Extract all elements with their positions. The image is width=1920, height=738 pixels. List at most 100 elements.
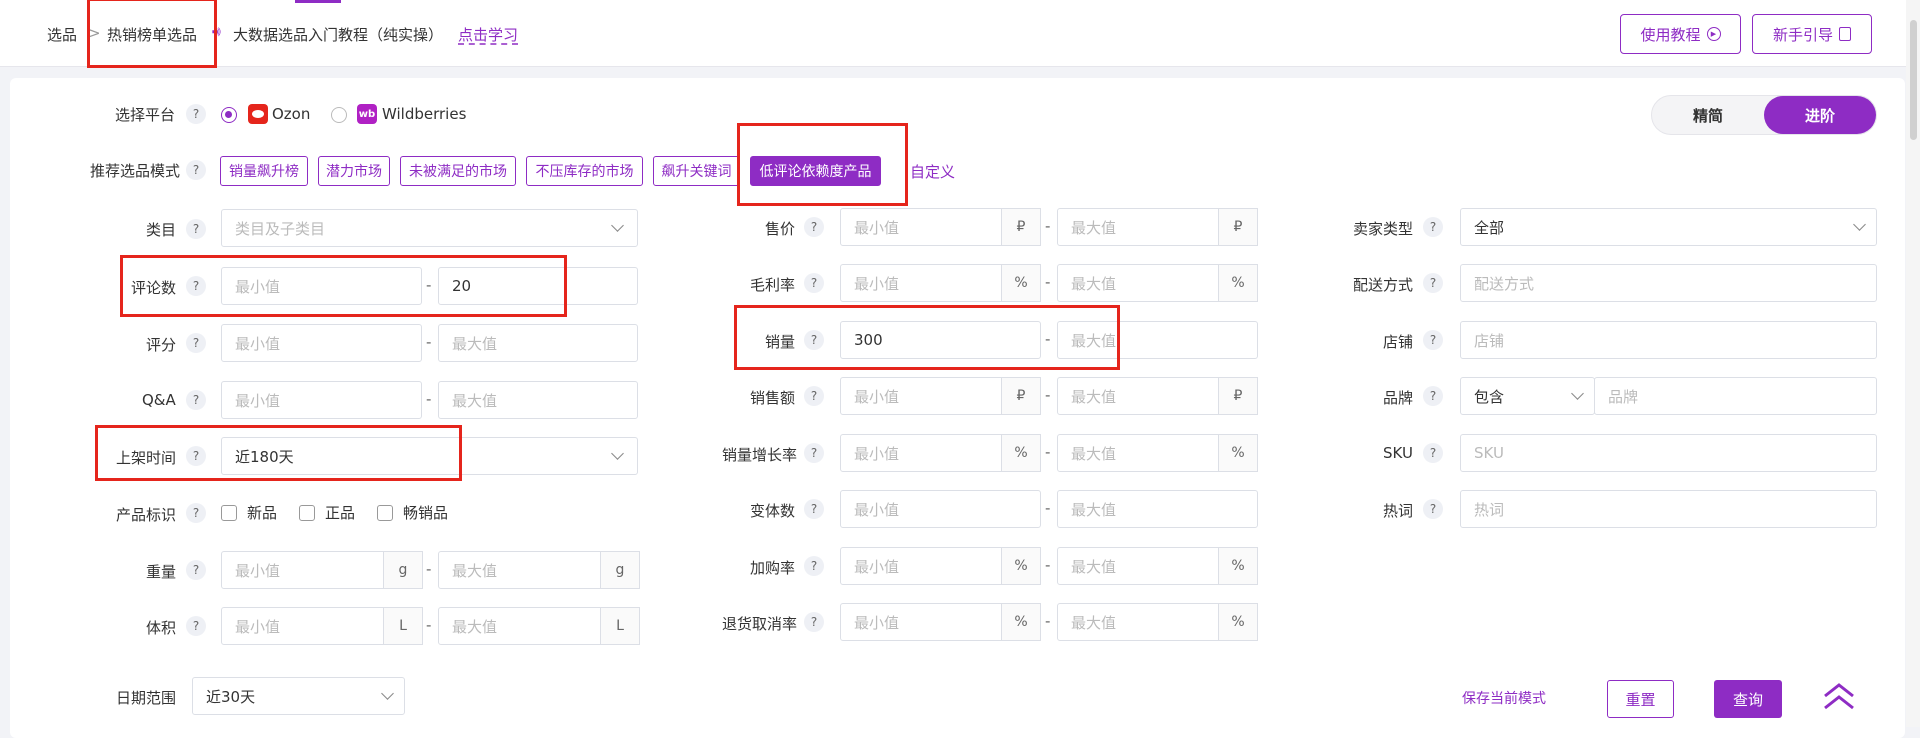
shipping-select[interactable]: 配送方式 <box>1460 264 1877 302</box>
toggle-advanced[interactable]: 进阶 <box>1764 96 1876 134</box>
help-icon[interactable]: ? <box>186 104 206 124</box>
growth-min-input[interactable]: 最小值 <box>840 434 1010 472</box>
help-icon[interactable]: ? <box>186 503 206 523</box>
breadcrumb-current: 热销榜单选品 <box>107 26 198 44</box>
help-icon[interactable]: ? <box>804 612 824 632</box>
unit-label: % <box>1218 603 1258 641</box>
revenue-max-input[interactable]: 最大值 <box>1057 377 1227 415</box>
shipping-label: 配送方式 <box>1353 276 1414 294</box>
mode-chip[interactable]: 销量飙升榜 <box>220 156 308 186</box>
sku-input[interactable]: SKU <box>1460 434 1877 472</box>
unit-label: % <box>1218 547 1258 585</box>
mode-chip[interactable]: 不压库存的市场 <box>526 156 643 186</box>
help-icon[interactable]: ? <box>1423 273 1443 293</box>
radio-wildberries[interactable] <box>331 107 347 123</box>
range-dash: - <box>426 333 432 351</box>
help-icon[interactable]: ? <box>186 560 206 580</box>
margin-min-input[interactable]: 最小值 <box>840 264 1010 302</box>
range-dash: - <box>426 276 432 294</box>
sales-max-input[interactable]: 最大值 <box>1057 321 1258 359</box>
toggle-simple[interactable]: 精简 <box>1652 96 1764 134</box>
help-icon[interactable]: ? <box>1423 386 1443 406</box>
weight-min-input[interactable]: 最小值 <box>221 551 389 589</box>
help-icon[interactable]: ? <box>186 219 206 239</box>
help-icon[interactable]: ? <box>1423 499 1443 519</box>
rating-min-input[interactable]: 最小值 <box>221 324 422 362</box>
return-rate-min-input[interactable]: 最小值 <box>840 603 1010 641</box>
volume-min-input[interactable]: 最小值 <box>221 607 389 645</box>
listing-time-select[interactable]: 近180天 <box>221 437 638 475</box>
help-icon[interactable]: ? <box>1423 217 1443 237</box>
top-bar: 选品 > 热销榜单选品 🔊︎ 大数据选品入门教程（纯实操） 点击学习 使用教程 … <box>0 0 1920 67</box>
seller-type-select[interactable]: 全部 <box>1460 208 1877 246</box>
rating-label: 评分 <box>146 336 177 354</box>
mode-chip[interactable]: 潜力市场 <box>318 156 390 186</box>
return-rate-max-input[interactable]: 最大值 <box>1057 603 1227 641</box>
custom-mode-link[interactable]: 自定义 <box>910 161 955 182</box>
variants-min-input[interactable]: 最小值 <box>840 490 1041 528</box>
qa-min-input[interactable]: 最小值 <box>221 381 422 419</box>
guide-button[interactable]: 新手引导 <box>1752 14 1872 54</box>
revenue-min-input[interactable]: 最小值 <box>840 377 1010 415</box>
mode-chip[interactable]: 未被满足的市场 <box>400 156 516 186</box>
brand-label: 品牌 <box>1383 389 1414 407</box>
scrollbar[interactable] <box>1906 0 1920 727</box>
margin-max-input[interactable]: 最大值 <box>1057 264 1227 302</box>
tab-indicator <box>295 0 341 3</box>
growth-max-input[interactable]: 最大值 <box>1057 434 1227 472</box>
help-icon[interactable]: ? <box>1423 330 1443 350</box>
rating-max-input[interactable]: 最大值 <box>438 324 638 362</box>
tag-checkbox-new[interactable] <box>221 505 237 521</box>
help-icon[interactable]: ? <box>804 499 824 519</box>
store-input[interactable]: 店铺 <box>1460 321 1877 359</box>
tutorial-button[interactable]: 使用教程 ▶ <box>1620 14 1741 54</box>
back-to-top-icon[interactable] <box>1822 682 1856 712</box>
mode-chip-active[interactable]: 低评论依赖度产品 <box>750 156 881 186</box>
price-min-input[interactable]: 最小值 <box>840 208 1010 246</box>
unit-label: g <box>383 551 423 589</box>
category-select[interactable]: 类目及子类目 <box>221 209 638 247</box>
help-icon[interactable]: ? <box>186 276 206 296</box>
sales-min-input[interactable]: 300 <box>840 321 1041 359</box>
help-icon[interactable]: ? <box>186 446 206 466</box>
breadcrumb-root[interactable]: 选品 <box>47 24 77 45</box>
unit-label: % <box>1001 547 1041 585</box>
help-icon[interactable]: ? <box>804 217 824 237</box>
help-icon[interactable]: ? <box>804 386 824 406</box>
growth-label: 销量增长率 <box>722 446 798 464</box>
margin-label: 毛利率 <box>750 276 796 294</box>
cart-rate-max-input[interactable]: 最大值 <box>1057 547 1227 585</box>
range-dash: - <box>1045 386 1051 404</box>
reset-button[interactable]: 重置 <box>1607 680 1674 718</box>
query-button[interactable]: 查询 <box>1714 680 1782 718</box>
hotword-input[interactable]: 热词 <box>1460 490 1877 528</box>
date-range-select[interactable]: 近30天 <box>192 677 405 715</box>
brand-input[interactable]: 品牌 <box>1594 377 1877 415</box>
breadcrumb-separator: > <box>88 24 101 42</box>
mode-chip[interactable]: 飙升关键词 <box>653 156 740 186</box>
qa-max-input[interactable]: 最大值 <box>438 381 638 419</box>
save-mode-link[interactable]: 保存当前模式 <box>1462 688 1546 708</box>
price-max-input[interactable]: 最大值 <box>1057 208 1227 246</box>
help-icon[interactable]: ? <box>186 390 206 410</box>
help-icon[interactable]: ? <box>186 160 206 180</box>
help-icon[interactable]: ? <box>804 443 824 463</box>
help-icon[interactable]: ? <box>1423 443 1443 463</box>
help-icon[interactable]: ? <box>804 330 824 350</box>
variants-max-input[interactable]: 最大值 <box>1057 490 1258 528</box>
help-icon[interactable]: ? <box>186 333 206 353</box>
range-dash: - <box>1045 217 1051 235</box>
volume-max-input[interactable]: 最大值 <box>438 607 605 645</box>
radio-ozon[interactable] <box>221 107 237 123</box>
help-icon[interactable]: ? <box>804 556 824 576</box>
help-icon[interactable]: ? <box>804 273 824 293</box>
weight-max-input[interactable]: 最大值 <box>438 551 605 589</box>
tag-checkbox-bestseller[interactable] <box>377 505 393 521</box>
help-icon[interactable]: ? <box>186 616 206 636</box>
reviews-max-input[interactable]: 20 <box>438 267 638 305</box>
tag-checkbox-genuine[interactable] <box>299 505 315 521</box>
reviews-min-input[interactable]: 最小值 <box>221 267 422 305</box>
learn-link[interactable]: 点击学习 <box>458 24 518 45</box>
cart-rate-min-input[interactable]: 最小值 <box>840 547 1010 585</box>
scroll-thumb[interactable] <box>1910 20 1917 140</box>
